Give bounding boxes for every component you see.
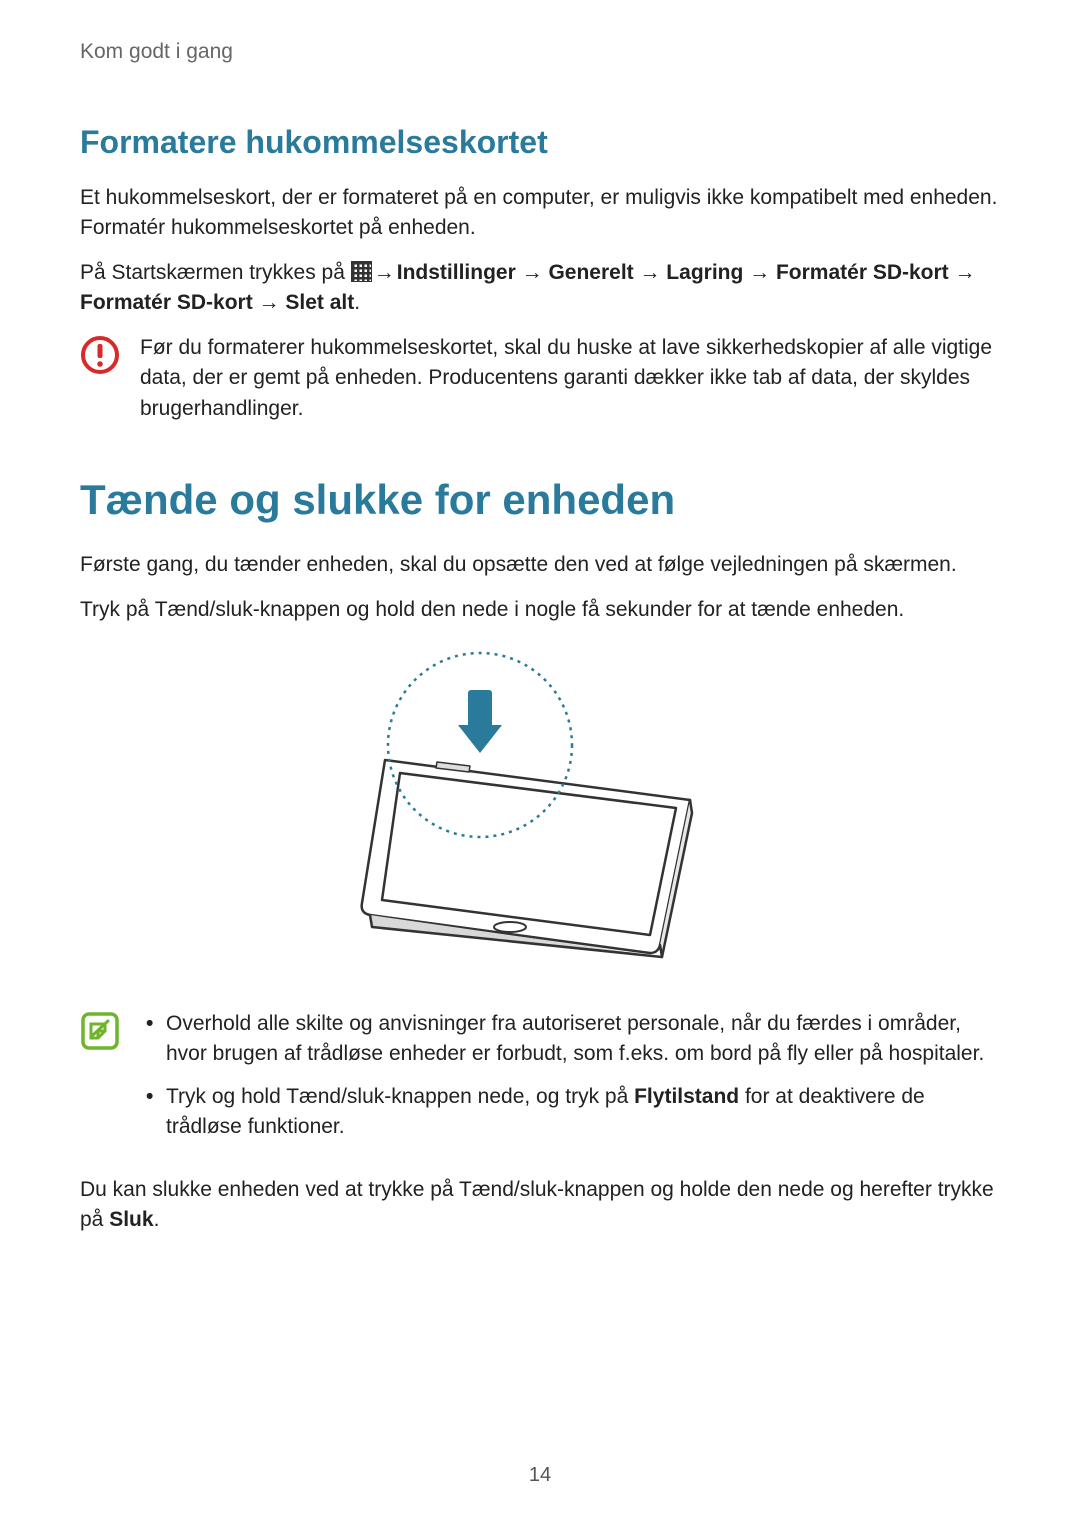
apps-grid-icon	[351, 261, 372, 282]
text-part: Tryk og hold Tænd/sluk-knappen nede, og …	[166, 1085, 634, 1108]
paragraph-format-intro: Et hukommelseskort, der er formateret på…	[80, 183, 1000, 244]
text-part: Du kan slukke enheden ved at trykke på T…	[80, 1178, 994, 1231]
warning-text: Før du formaterer hukommelseskortet, ska…	[140, 333, 1000, 424]
note-list: Overhold alle skilte og anvisninger fra …	[140, 1009, 1000, 1155]
section-title-power: Tænde og slukke for enheden	[80, 476, 1000, 524]
warning-icon	[80, 333, 120, 380]
note-block: Overhold alle skilte og anvisninger fra …	[80, 1009, 1000, 1155]
paragraph-power-1: Første gang, du tænder enheden, skal du …	[80, 550, 1000, 580]
paragraph-power-2: Tryk på Tænd/sluk-knappen og hold den ne…	[80, 595, 1000, 625]
device-diagram	[80, 645, 1000, 975]
paragraph-format-path: På Startskærmen trykkes på → Indstilling…	[80, 258, 1000, 319]
text-bold: Sluk	[109, 1208, 153, 1231]
text-arrow: →	[372, 258, 397, 288]
header-chapter: Kom godt i gang	[80, 40, 1000, 64]
section-title-format-card: Formatere hukommelseskortet	[80, 124, 1000, 161]
text-bold: Flytilstand	[634, 1085, 739, 1108]
list-item: Overhold alle skilte og anvisninger fra …	[140, 1009, 1000, 1070]
text-prefix: På Startskærmen trykkes på	[80, 261, 351, 284]
paragraph-shutdown: Du kan slukke enheden ved at trykke på T…	[80, 1175, 1000, 1236]
text-part: .	[154, 1208, 160, 1231]
list-item: Tryk og hold Tænd/sluk-knappen nede, og …	[140, 1082, 1000, 1143]
page-number: 14	[0, 1464, 1080, 1487]
note-icon	[80, 1009, 120, 1056]
warning-block: Før du formaterer hukommelseskortet, ska…	[80, 333, 1000, 424]
text-suffix: .	[354, 291, 360, 314]
